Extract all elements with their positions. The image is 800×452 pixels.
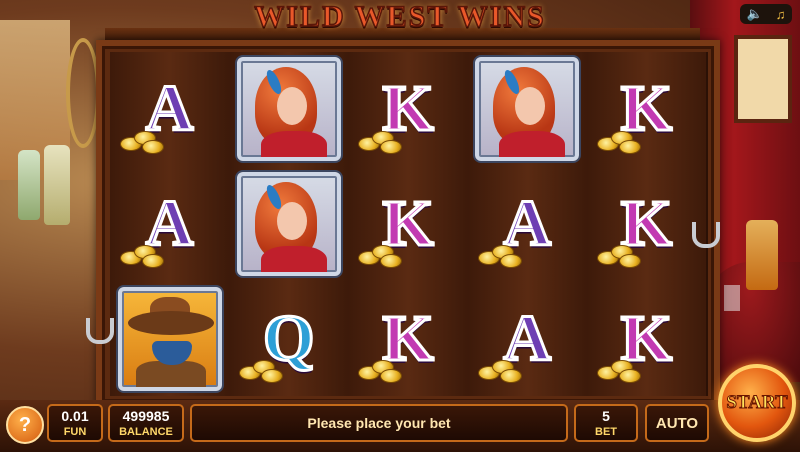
balance-value: 499985 (122, 408, 170, 424)
game-title: WILD WEST WINS (254, 0, 546, 34)
horseshoe-icon (692, 222, 720, 248)
whiskey-bottle-decoration (746, 220, 778, 290)
lady-dress (499, 131, 566, 158)
symbol-lady (468, 52, 587, 167)
saloon-window-right (734, 35, 792, 123)
balance-panel: 499985 BALANCE (108, 404, 184, 442)
gold-coins-icon (358, 245, 403, 269)
coin-value-panel[interactable]: 0.01 FUN (47, 404, 103, 442)
gold-coins-icon (596, 130, 641, 154)
help-button[interactable]: ? (6, 406, 44, 444)
lady-face (276, 87, 307, 126)
start-button[interactable]: START (718, 364, 796, 442)
bottle-decoration (44, 145, 70, 225)
symbol-k: K (348, 281, 467, 396)
symbol-lady (229, 167, 348, 282)
gold-coins-icon (358, 359, 403, 383)
auto-button[interactable]: AUTO (645, 404, 709, 442)
bottle-decoration (18, 150, 40, 220)
symbol-a: A (468, 167, 587, 282)
gold-coins-icon (477, 359, 522, 383)
lady-dress (260, 245, 327, 272)
balance-label: BALANCE (119, 426, 173, 438)
bet-label: BET (595, 426, 617, 438)
cowboy-symbol-tile (117, 286, 222, 391)
start-label: START (726, 392, 788, 414)
reel-frame: AKKAKAKQKAK (96, 40, 720, 408)
symbol-k: K (348, 52, 467, 167)
bet-panel[interactable]: 5 BET (574, 404, 638, 442)
auto-label: AUTO (655, 414, 699, 432)
symbol-k: K (587, 281, 706, 396)
lady-dress (260, 131, 327, 158)
cowboy-body (135, 360, 206, 387)
symbol-k: K (348, 167, 467, 282)
reel-grid: AKKAKAKQKAK (110, 52, 708, 396)
symbol-cowboy (110, 281, 229, 396)
lady-symbol-tile (236, 171, 341, 276)
coin-value: 0.01 (61, 408, 89, 424)
symbol-lady (229, 52, 348, 167)
status-message: Please place your bet (307, 415, 451, 431)
lady-symbol-tile (475, 57, 580, 162)
speaker-icon[interactable]: 🔈 (747, 6, 763, 22)
symbol-a: A (468, 281, 587, 396)
coin-label: FUN (63, 426, 87, 438)
lady-face (276, 201, 307, 240)
message-panel: Please place your bet (190, 404, 568, 442)
symbol-k: K (587, 167, 706, 282)
gold-coins-icon (120, 245, 164, 269)
gold-coins-icon (239, 359, 284, 383)
bet-value: 5 (602, 408, 610, 424)
symbol-k: K (587, 52, 706, 167)
gold-coins-icon (596, 245, 641, 269)
horseshoe-icon (86, 318, 114, 344)
symbol-a: A (110, 52, 229, 167)
gold-coins-icon (596, 359, 641, 383)
gold-coins-icon (358, 130, 403, 154)
lady-symbol-tile (236, 57, 341, 162)
lasso-rope-icon (66, 38, 100, 148)
symbol-a: A (110, 167, 229, 282)
symbol-q: Q (229, 281, 348, 396)
music-note-icon[interactable]: ♫ (776, 7, 786, 22)
gold-coins-icon (120, 130, 164, 154)
gold-coins-icon (477, 245, 522, 269)
cowboy-hat-icon (127, 310, 214, 335)
shot-glass-decoration (724, 285, 740, 311)
system-controls: 🔈 ♫ (740, 4, 792, 24)
